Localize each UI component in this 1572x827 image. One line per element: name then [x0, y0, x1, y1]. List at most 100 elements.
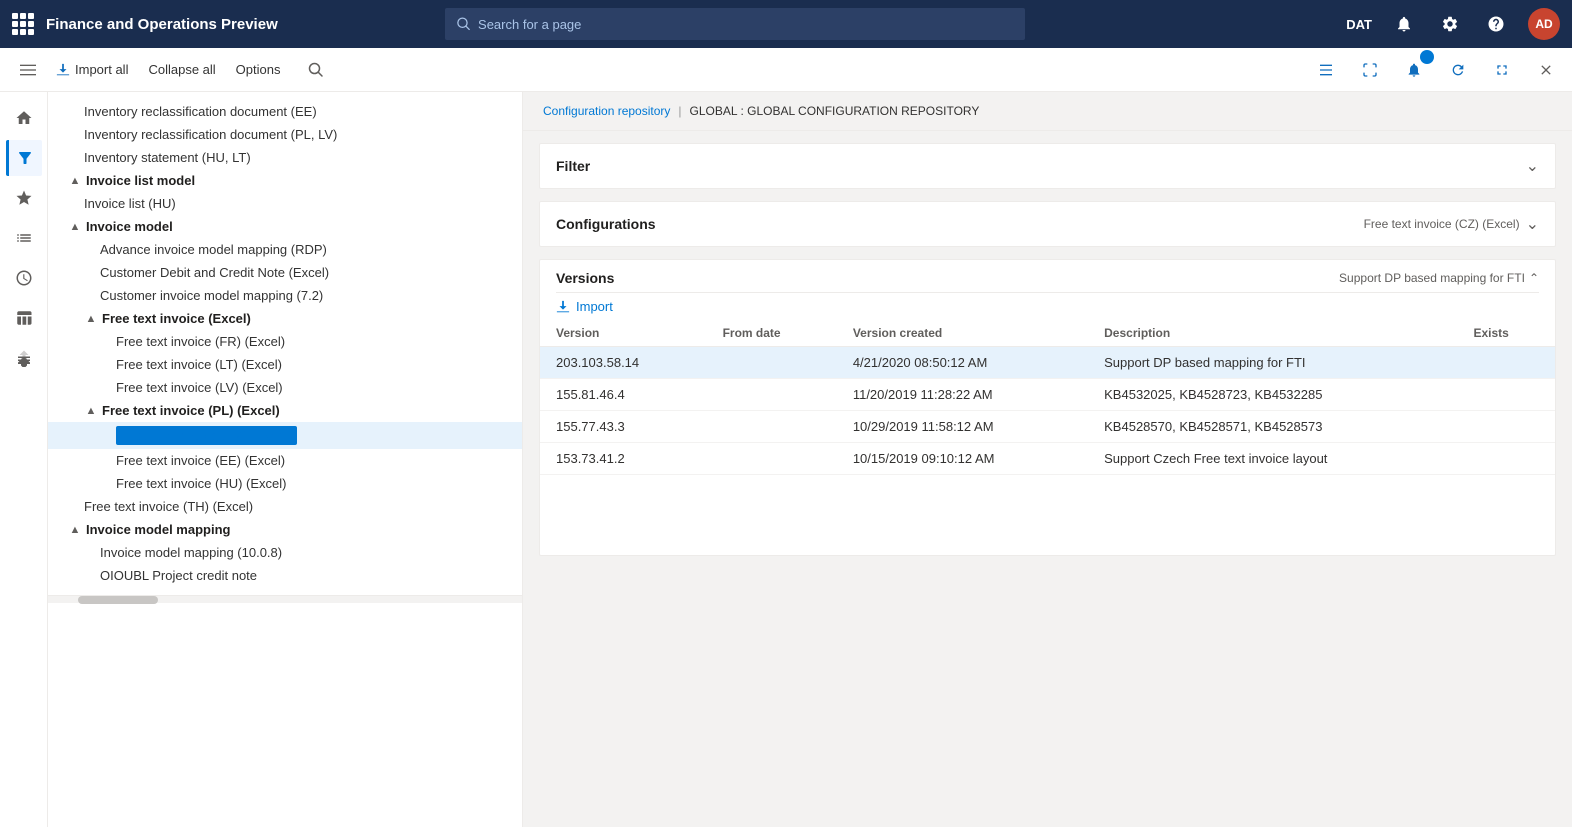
env-badge: DAT	[1346, 17, 1372, 32]
cell-version: 155.81.46.4	[540, 379, 707, 411]
filter-title: Filter	[556, 158, 590, 174]
hamburger-btn[interactable]	[12, 58, 44, 82]
toolbar: Import all Collapse all Options	[0, 48, 1572, 92]
search-bar[interactable]	[445, 8, 1025, 40]
tree-item-advance-rdp[interactable]: Advance invoice model mapping (RDP)	[48, 238, 522, 261]
sidebar-icons	[0, 92, 48, 827]
top-bar: Finance and Operations Preview DAT AD	[0, 0, 1572, 48]
tree-item-free-lt[interactable]: Free text invoice (LT) (Excel)	[48, 353, 522, 376]
tree-item-customer-debit[interactable]: Customer Debit and Credit Note (Excel)	[48, 261, 522, 284]
breadcrumb-separator: |	[678, 104, 681, 118]
notification-icon[interactable]	[1390, 10, 1418, 38]
tree-item-oioubl[interactable]: OIOUBL Project credit note	[48, 564, 522, 587]
sidebar-icon-star[interactable]	[6, 180, 42, 216]
col-version-created: Version created	[837, 320, 1088, 347]
tree-item-inv-pl-lv[interactable]: Inventory reclassification document (PL,…	[48, 123, 522, 146]
tree-item-free-hu[interactable]: Free text invoice (HU) (Excel)	[48, 472, 522, 495]
cell-version-created: 11/20/2019 11:28:22 AM	[837, 379, 1088, 411]
toolbar-expand-icon[interactable]	[1488, 56, 1516, 84]
versions-title: Versions	[556, 270, 614, 286]
search-icon	[457, 17, 470, 31]
cell-version-created: 4/21/2020 08:50:12 AM	[837, 347, 1088, 379]
table-row[interactable]: 155.81.46.4 11/20/2019 11:28:22 AM KB453…	[540, 379, 1555, 411]
tree-item-free-pl[interactable]: ▲ Free text invoice (PL) (Excel)	[48, 399, 522, 422]
top-bar-right: DAT AD	[1346, 8, 1560, 40]
app-title: Finance and Operations Preview	[46, 16, 278, 33]
filter-chevron-icon: ⌄	[1526, 156, 1539, 176]
filter-card-header[interactable]: Filter ⌄	[540, 144, 1555, 188]
tree-item-free-th[interactable]: Free text invoice (TH) (Excel)	[48, 495, 522, 518]
tree-item-free-ee[interactable]: Free text invoice (EE) (Excel)	[48, 449, 522, 472]
col-from-date: From date	[707, 320, 837, 347]
tree-item-free-cz[interactable]: Free text invoice (CZ) (Excel)	[48, 422, 522, 449]
versions-table: Version From date Version created Descri…	[540, 320, 1555, 475]
toolbar-fullscreen-icon[interactable]	[1356, 56, 1384, 84]
options-button[interactable]: Options	[228, 58, 289, 81]
toolbar-search-btn[interactable]	[300, 58, 332, 82]
cell-description: KB4528570, KB4528571, KB4528573	[1088, 411, 1457, 443]
tree-item-free-lv[interactable]: Free text invoice (LV) (Excel)	[48, 376, 522, 399]
configurations-chevron-icon: ⌄	[1526, 214, 1539, 234]
versions-chevron-up-icon: ⌃	[1529, 271, 1539, 285]
sidebar-icon-clock[interactable]	[6, 260, 42, 296]
breadcrumb: Configuration repository | GLOBAL : GLOB…	[523, 92, 1572, 131]
tree-item-customer-invoice-mapping[interactable]: Customer invoice model mapping (7.2)	[48, 284, 522, 307]
cell-description: KB4532025, KB4528723, KB4532285	[1088, 379, 1457, 411]
col-exists: Exists	[1458, 320, 1556, 347]
tree-item-invoice-list-model[interactable]: ▲ Invoice list model	[48, 169, 522, 192]
breadcrumb-link[interactable]: Configuration repository	[543, 104, 670, 118]
filter-card: Filter ⌄	[539, 143, 1556, 189]
tree-item-invoice-list-hu[interactable]: Invoice list (HU)	[48, 192, 522, 215]
collapse-all-button[interactable]: Collapse all	[140, 58, 223, 81]
toolbar-refresh-icon[interactable]	[1444, 56, 1472, 84]
sidebar-icon-lines[interactable]	[6, 340, 42, 376]
versions-header: Versions Support DP based mapping for FT…	[540, 260, 1555, 292]
tree-item-invoice-model[interactable]: ▲ Invoice model	[48, 215, 522, 238]
configurations-header[interactable]: Configurations Free text invoice (CZ) (E…	[540, 202, 1555, 246]
cell-from-date	[707, 347, 837, 379]
app-grid-icon[interactable]	[12, 13, 34, 35]
tree-item-free-text-excel[interactable]: ▲ Free text invoice (Excel)	[48, 307, 522, 330]
cell-exists	[1458, 379, 1556, 411]
tree-item-inv-ee[interactable]: Inventory reclassification document (EE)	[48, 100, 522, 123]
table-row[interactable]: 153.73.41.2 10/15/2019 09:10:12 AM Suppo…	[540, 443, 1555, 475]
tree-item-invoice-mapping-1008[interactable]: Invoice model mapping (10.0.8)	[48, 541, 522, 564]
avatar[interactable]: AD	[1528, 8, 1560, 40]
tree-item-inv-stmt[interactable]: Inventory statement (HU, LT)	[48, 146, 522, 169]
cell-exists	[1458, 347, 1556, 379]
cell-version: 203.103.58.14	[540, 347, 707, 379]
configurations-card: Configurations Free text invoice (CZ) (E…	[539, 201, 1556, 247]
col-description: Description	[1088, 320, 1457, 347]
search-input[interactable]	[478, 17, 1013, 32]
cell-description: Support DP based mapping for FTI	[1088, 347, 1457, 379]
cell-version-created: 10/15/2019 09:10:12 AM	[837, 443, 1088, 475]
toolbar-close-icon[interactable]	[1532, 56, 1560, 84]
toolbar-config-icon[interactable]	[1312, 56, 1340, 84]
tree-item-free-fr[interactable]: Free text invoice (FR) (Excel)	[48, 330, 522, 353]
cell-from-date	[707, 379, 837, 411]
import-all-button[interactable]: Import all	[48, 58, 136, 81]
configurations-selected: Free text invoice (CZ) (Excel)	[1364, 217, 1520, 231]
table-row[interactable]: 203.103.58.14 4/21/2020 08:50:12 AM Supp…	[540, 347, 1555, 379]
tree-item-invoice-model-mapping[interactable]: ▲ Invoice model mapping	[48, 518, 522, 541]
cell-exists	[1458, 411, 1556, 443]
import-button[interactable]: Import	[540, 293, 1555, 320]
main-content: Configuration repository | GLOBAL : GLOB…	[523, 92, 1572, 827]
col-version: Version	[540, 320, 707, 347]
help-icon[interactable]	[1482, 10, 1510, 38]
sidebar-icon-home[interactable]	[6, 100, 42, 136]
cell-from-date	[707, 411, 837, 443]
settings-icon[interactable]	[1436, 10, 1464, 38]
breadcrumb-current: GLOBAL : GLOBAL CONFIGURATION REPOSITORY	[690, 104, 980, 118]
sidebar-icon-filter[interactable]	[6, 140, 42, 176]
import-down-icon	[556, 300, 570, 314]
sidebar-icon-table[interactable]	[6, 300, 42, 336]
main-layout: Inventory reclassification document (EE)…	[0, 92, 1572, 827]
cell-version-created: 10/29/2019 11:58:12 AM	[837, 411, 1088, 443]
toolbar-notif-icon[interactable]	[1400, 56, 1428, 84]
versions-selected-label: Support DP based mapping for FTI ⌃	[1339, 271, 1539, 285]
cell-version: 155.77.43.3	[540, 411, 707, 443]
sidebar-icon-list[interactable]	[6, 220, 42, 256]
table-row[interactable]: 155.77.43.3 10/29/2019 11:58:12 AM KB452…	[540, 411, 1555, 443]
import-icon	[56, 63, 70, 77]
